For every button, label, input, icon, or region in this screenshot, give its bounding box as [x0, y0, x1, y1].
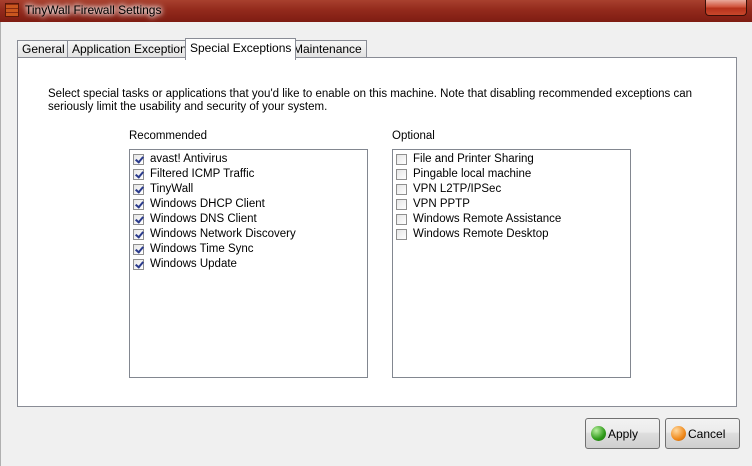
list-item-label: Windows Update [150, 258, 237, 270]
optional-item[interactable]: File and Printer Sharing [393, 152, 630, 167]
list-item-label: Pingable local machine [413, 168, 532, 180]
checkbox[interactable] [133, 154, 144, 165]
recommended-item[interactable]: Windows Network Discovery [130, 227, 367, 242]
optional-list[interactable]: File and Printer Sharing Pingable local m… [392, 149, 631, 378]
list-item-label: Filtered ICMP Traffic [150, 168, 255, 180]
checkbox[interactable] [133, 214, 144, 225]
window-title: TinyWall Firewall Settings [25, 3, 162, 17]
description-text: Select special tasks or applications tha… [48, 88, 693, 113]
window-close-button[interactable] [705, 0, 747, 16]
checkbox[interactable] [396, 199, 407, 210]
apply-button[interactable]: Apply [585, 418, 660, 449]
checkbox[interactable] [133, 199, 144, 210]
list-item-label: Windows Remote Desktop [413, 228, 549, 240]
recommended-list[interactable]: avast! Antivirus Filtered ICMP Traffic Tin… [129, 149, 368, 378]
checkbox[interactable] [133, 259, 144, 270]
cancel-button[interactable]: Cancel [665, 418, 740, 449]
checkbox[interactable] [396, 154, 407, 165]
optional-item[interactable]: Windows Remote Assistance [393, 212, 630, 227]
tab-special-exceptions[interactable]: Special Exceptions [185, 38, 297, 60]
window-client-area: General Application Exceptions Special E… [0, 22, 752, 466]
list-item-label: avast! Antivirus [150, 153, 228, 165]
checkbox[interactable] [396, 214, 407, 225]
recommended-item[interactable]: avast! Antivirus [130, 152, 367, 167]
recommended-item[interactable]: TinyWall [130, 182, 367, 197]
list-item-label: Windows DNS Client [150, 213, 257, 225]
cancel-icon [671, 426, 686, 441]
list-item-label: File and Printer Sharing [413, 153, 534, 165]
checkbox[interactable] [133, 244, 144, 255]
recommended-item[interactable]: Windows DNS Client [130, 212, 367, 227]
checkbox[interactable] [396, 184, 407, 195]
list-item-label: TinyWall [150, 183, 194, 195]
recommended-label: Recommended [129, 130, 207, 142]
list-item-label: Windows Time Sync [150, 243, 254, 255]
list-item-label: VPN L2TP/IPSec [413, 183, 502, 195]
checkbox[interactable] [396, 229, 407, 240]
recommended-item[interactable]: Windows Update [130, 257, 367, 272]
apply-label: Apply [608, 427, 639, 441]
tab-maintenance[interactable]: Maintenance [288, 40, 367, 58]
list-item-label: VPN PPTP [413, 198, 470, 210]
list-item-label: Windows DHCP Client [150, 198, 265, 210]
optional-label: Optional [392, 130, 435, 142]
recommended-item[interactable]: Windows DHCP Client [130, 197, 367, 212]
apply-icon [591, 426, 606, 441]
checkbox[interactable] [133, 184, 144, 195]
checkbox[interactable] [133, 229, 144, 240]
optional-item[interactable]: VPN L2TP/IPSec [393, 182, 630, 197]
checkbox[interactable] [396, 169, 407, 180]
special-exceptions-panel: Select special tasks or applications tha… [17, 57, 737, 407]
optional-item[interactable]: Windows Remote Desktop [393, 227, 630, 242]
tab-application-exceptions[interactable]: Application Exceptions [67, 40, 198, 58]
checkbox[interactable] [133, 169, 144, 180]
recommended-item[interactable]: Windows Time Sync [130, 242, 367, 257]
title-bar[interactable]: TinyWall Firewall Settings [0, 0, 752, 22]
optional-item[interactable]: Pingable local machine [393, 167, 630, 182]
tab-general[interactable]: General [17, 40, 70, 58]
firewall-app-icon [5, 3, 19, 17]
optional-item[interactable]: VPN PPTP [393, 197, 630, 212]
list-item-label: Windows Remote Assistance [413, 213, 562, 225]
list-item-label: Windows Network Discovery [150, 228, 296, 240]
recommended-item[interactable]: Filtered ICMP Traffic [130, 167, 367, 182]
cancel-label: Cancel [688, 427, 726, 441]
